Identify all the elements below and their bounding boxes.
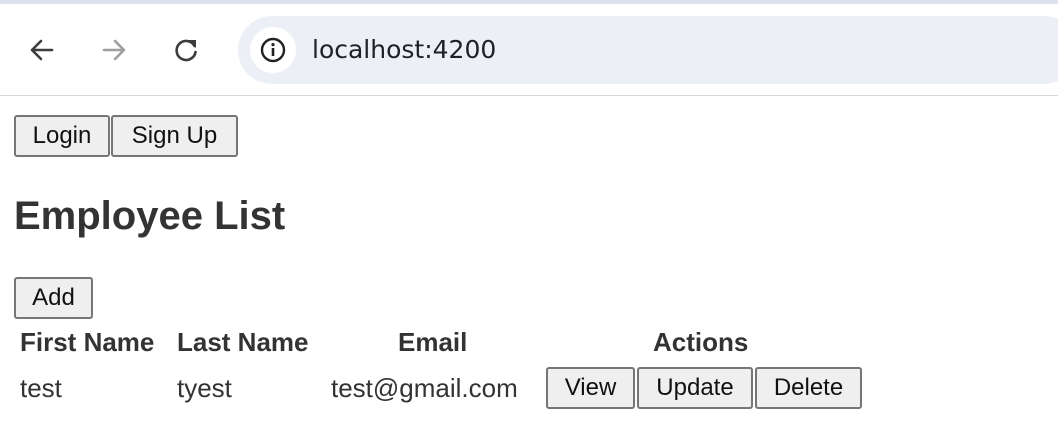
back-button[interactable] [26, 34, 58, 66]
url-text[interactable]: localhost:4200 [312, 36, 496, 64]
reload-icon [175, 39, 197, 62]
view-button[interactable]: View [546, 367, 635, 409]
arrow-left-icon [30, 39, 54, 61]
browser-toolbar: localhost:4200 [0, 0, 1058, 96]
login-button[interactable]: Login [14, 115, 110, 157]
update-button[interactable]: Update [637, 367, 753, 409]
forward-button[interactable] [98, 34, 130, 66]
address-bar[interactable]: localhost:4200 [238, 16, 1058, 84]
column-header-email: Email [398, 327, 468, 357]
arrow-right-icon [102, 39, 126, 61]
column-header-last-name: Last Name [177, 327, 309, 357]
column-header-first-name: First Name [20, 327, 155, 357]
reload-button[interactable] [170, 34, 202, 66]
column-header-actions: Actions [653, 327, 749, 357]
site-info-button[interactable] [250, 27, 296, 73]
page-title: Employee List [14, 194, 286, 238]
delete-button[interactable]: Delete [755, 367, 862, 409]
info-icon [260, 37, 286, 63]
cell-email: test@gmail.com [331, 373, 518, 403]
add-button[interactable]: Add [14, 277, 93, 319]
cell-first-name: test [20, 373, 62, 403]
page-content: Login Sign Up Employee List Add First Na… [0, 97, 1058, 438]
signup-button[interactable]: Sign Up [111, 115, 238, 157]
cell-last-name: tyest [177, 373, 232, 403]
